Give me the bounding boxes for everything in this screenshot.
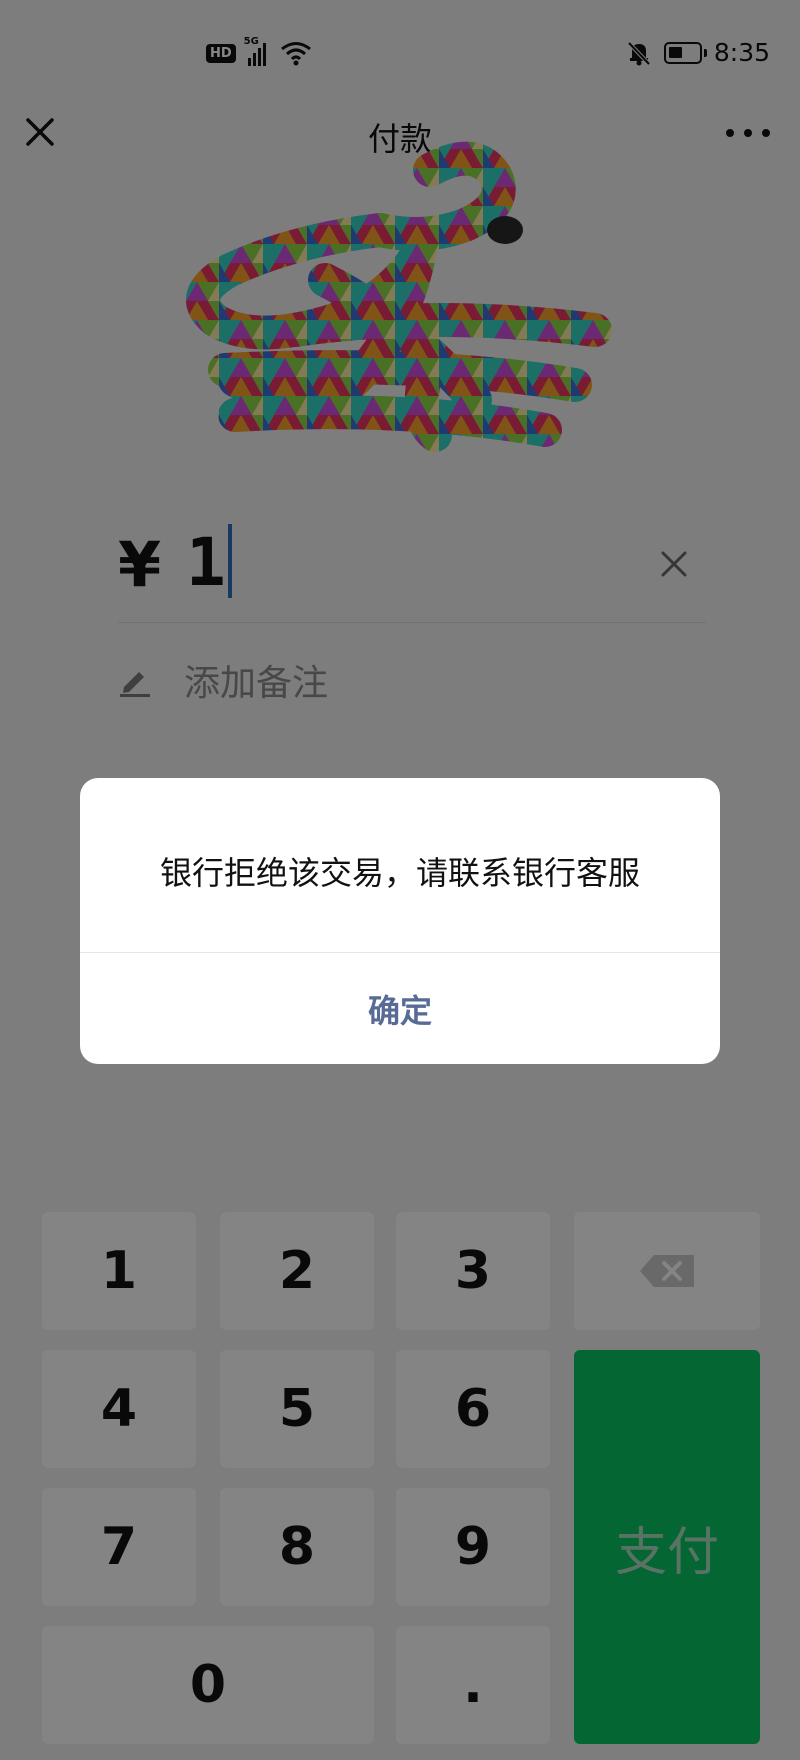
alert-dialog: 银行拒绝该交易，请联系银行客服 确定 [80, 778, 720, 1064]
dialog-message: 银行拒绝该交易，请联系银行客服 [159, 854, 640, 892]
confirm-button[interactable]: 确定 [80, 953, 720, 1064]
